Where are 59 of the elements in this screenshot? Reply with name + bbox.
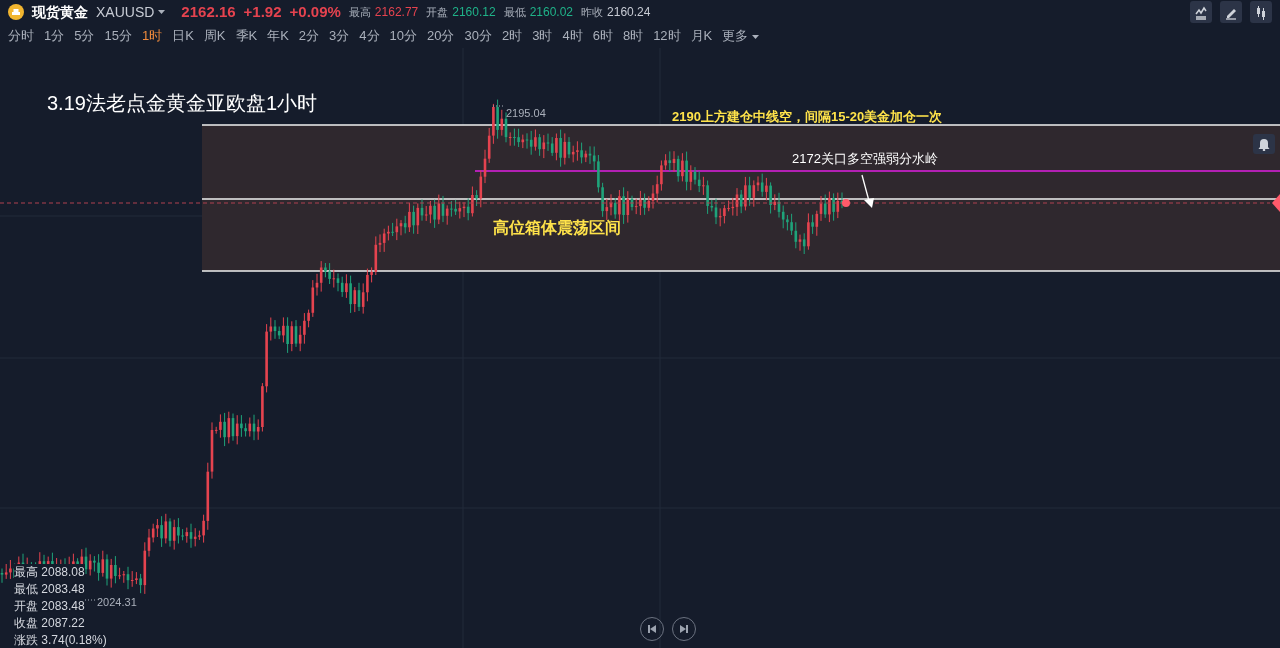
stat-value: 2160.02 xyxy=(529,4,574,21)
leader-line xyxy=(84,599,96,601)
timeframe-tab[interactable]: 30分 xyxy=(464,26,497,46)
coin-icon xyxy=(8,4,24,20)
stat-label: 昨收 xyxy=(581,5,604,20)
bell-icon[interactable] xyxy=(1253,134,1275,154)
timeframe-tab[interactable]: 年K xyxy=(267,26,294,46)
timeframe-tab[interactable]: 4时 xyxy=(562,26,588,46)
candlestick-icon[interactable] xyxy=(1250,1,1272,23)
leader-line xyxy=(492,105,504,107)
caret-icon xyxy=(158,10,166,14)
timeframe-tab[interactable]: 20分 xyxy=(427,26,460,46)
symbol-code[interactable]: XAUUSD xyxy=(96,1,155,23)
caret-icon xyxy=(751,34,759,39)
stat-label: 最低 xyxy=(503,5,526,20)
pencil-icon[interactable] xyxy=(1220,1,1242,23)
price-marker xyxy=(1272,194,1280,212)
price-change: +1.92 xyxy=(243,1,282,22)
timeframe-tab[interactable]: 6时 xyxy=(592,26,618,46)
timeframe-tab[interactable]: 15分 xyxy=(104,26,137,46)
chart-title: 3.19法老点金黄金亚欧盘1小时 xyxy=(47,91,318,116)
timeframe-tab[interactable]: 分时 xyxy=(8,26,39,46)
timeframe-tab[interactable]: 12时 xyxy=(653,26,686,46)
timeframe-tab[interactable]: 周K xyxy=(203,26,231,46)
timeframe-tab[interactable]: 2时 xyxy=(501,26,528,46)
annotation-text: 高位箱体震荡区间 xyxy=(493,218,621,238)
timeframe-tab[interactable]: 日K xyxy=(172,26,199,46)
timeframe-tab[interactable]: 8时 xyxy=(622,26,649,46)
timeframe-tab[interactable]: 3时 xyxy=(532,26,558,46)
timeframe-tab[interactable]: 3分 xyxy=(329,26,355,46)
low-price-label: 2024.31 xyxy=(97,595,137,610)
stat-value: 2160.12 xyxy=(452,4,496,21)
symbol-name: 现货黄金 xyxy=(32,2,88,22)
arrow xyxy=(861,174,874,208)
annotation-text: 2172关口多空强弱分水岭 xyxy=(792,150,938,168)
stat-value: 2160.24 xyxy=(607,4,651,21)
timeframe-tab[interactable]: 月K xyxy=(690,26,718,46)
stat-label: 最高 xyxy=(348,5,371,20)
timeframe-tab[interactable]: 更多 xyxy=(722,26,764,46)
ohlc-readout: 涨跌 3.74(0.18%) xyxy=(14,632,107,648)
price: 2162.16 xyxy=(181,1,236,22)
timeframe-tab[interactable]: 5分 xyxy=(74,26,100,46)
stat-label: 开盘 xyxy=(426,5,449,20)
timeframe-tab[interactable]: 2分 xyxy=(298,26,325,46)
ohlc-readout: 开盘 2083.48 xyxy=(14,598,85,615)
timeframe-tab[interactable]: 4分 xyxy=(359,26,385,46)
timeframe-tab[interactable]: 10分 xyxy=(389,26,423,46)
timeframe-tab[interactable]: 季K xyxy=(235,26,263,46)
stat-value: 2162.77 xyxy=(374,4,419,21)
timeframe-tab[interactable]: 1分 xyxy=(44,26,70,46)
high-price-label: 2195.04 xyxy=(506,106,546,121)
price-change-percent: +0.09% xyxy=(289,1,341,22)
annotation-text: 2190上方建仓中线空，间隔15-20美金加仓一次 xyxy=(672,108,943,126)
timeframe-tab[interactable]: 1时 xyxy=(141,26,168,46)
ohlc-readout: 最高 2088.08 xyxy=(14,564,85,581)
indicator-icon[interactable] xyxy=(1190,1,1212,23)
current-price-dot xyxy=(842,199,850,207)
ohlc-readout: 最低 2083.48 xyxy=(14,581,85,598)
ohlc-readout: 收盘 2087.22 xyxy=(14,615,85,632)
